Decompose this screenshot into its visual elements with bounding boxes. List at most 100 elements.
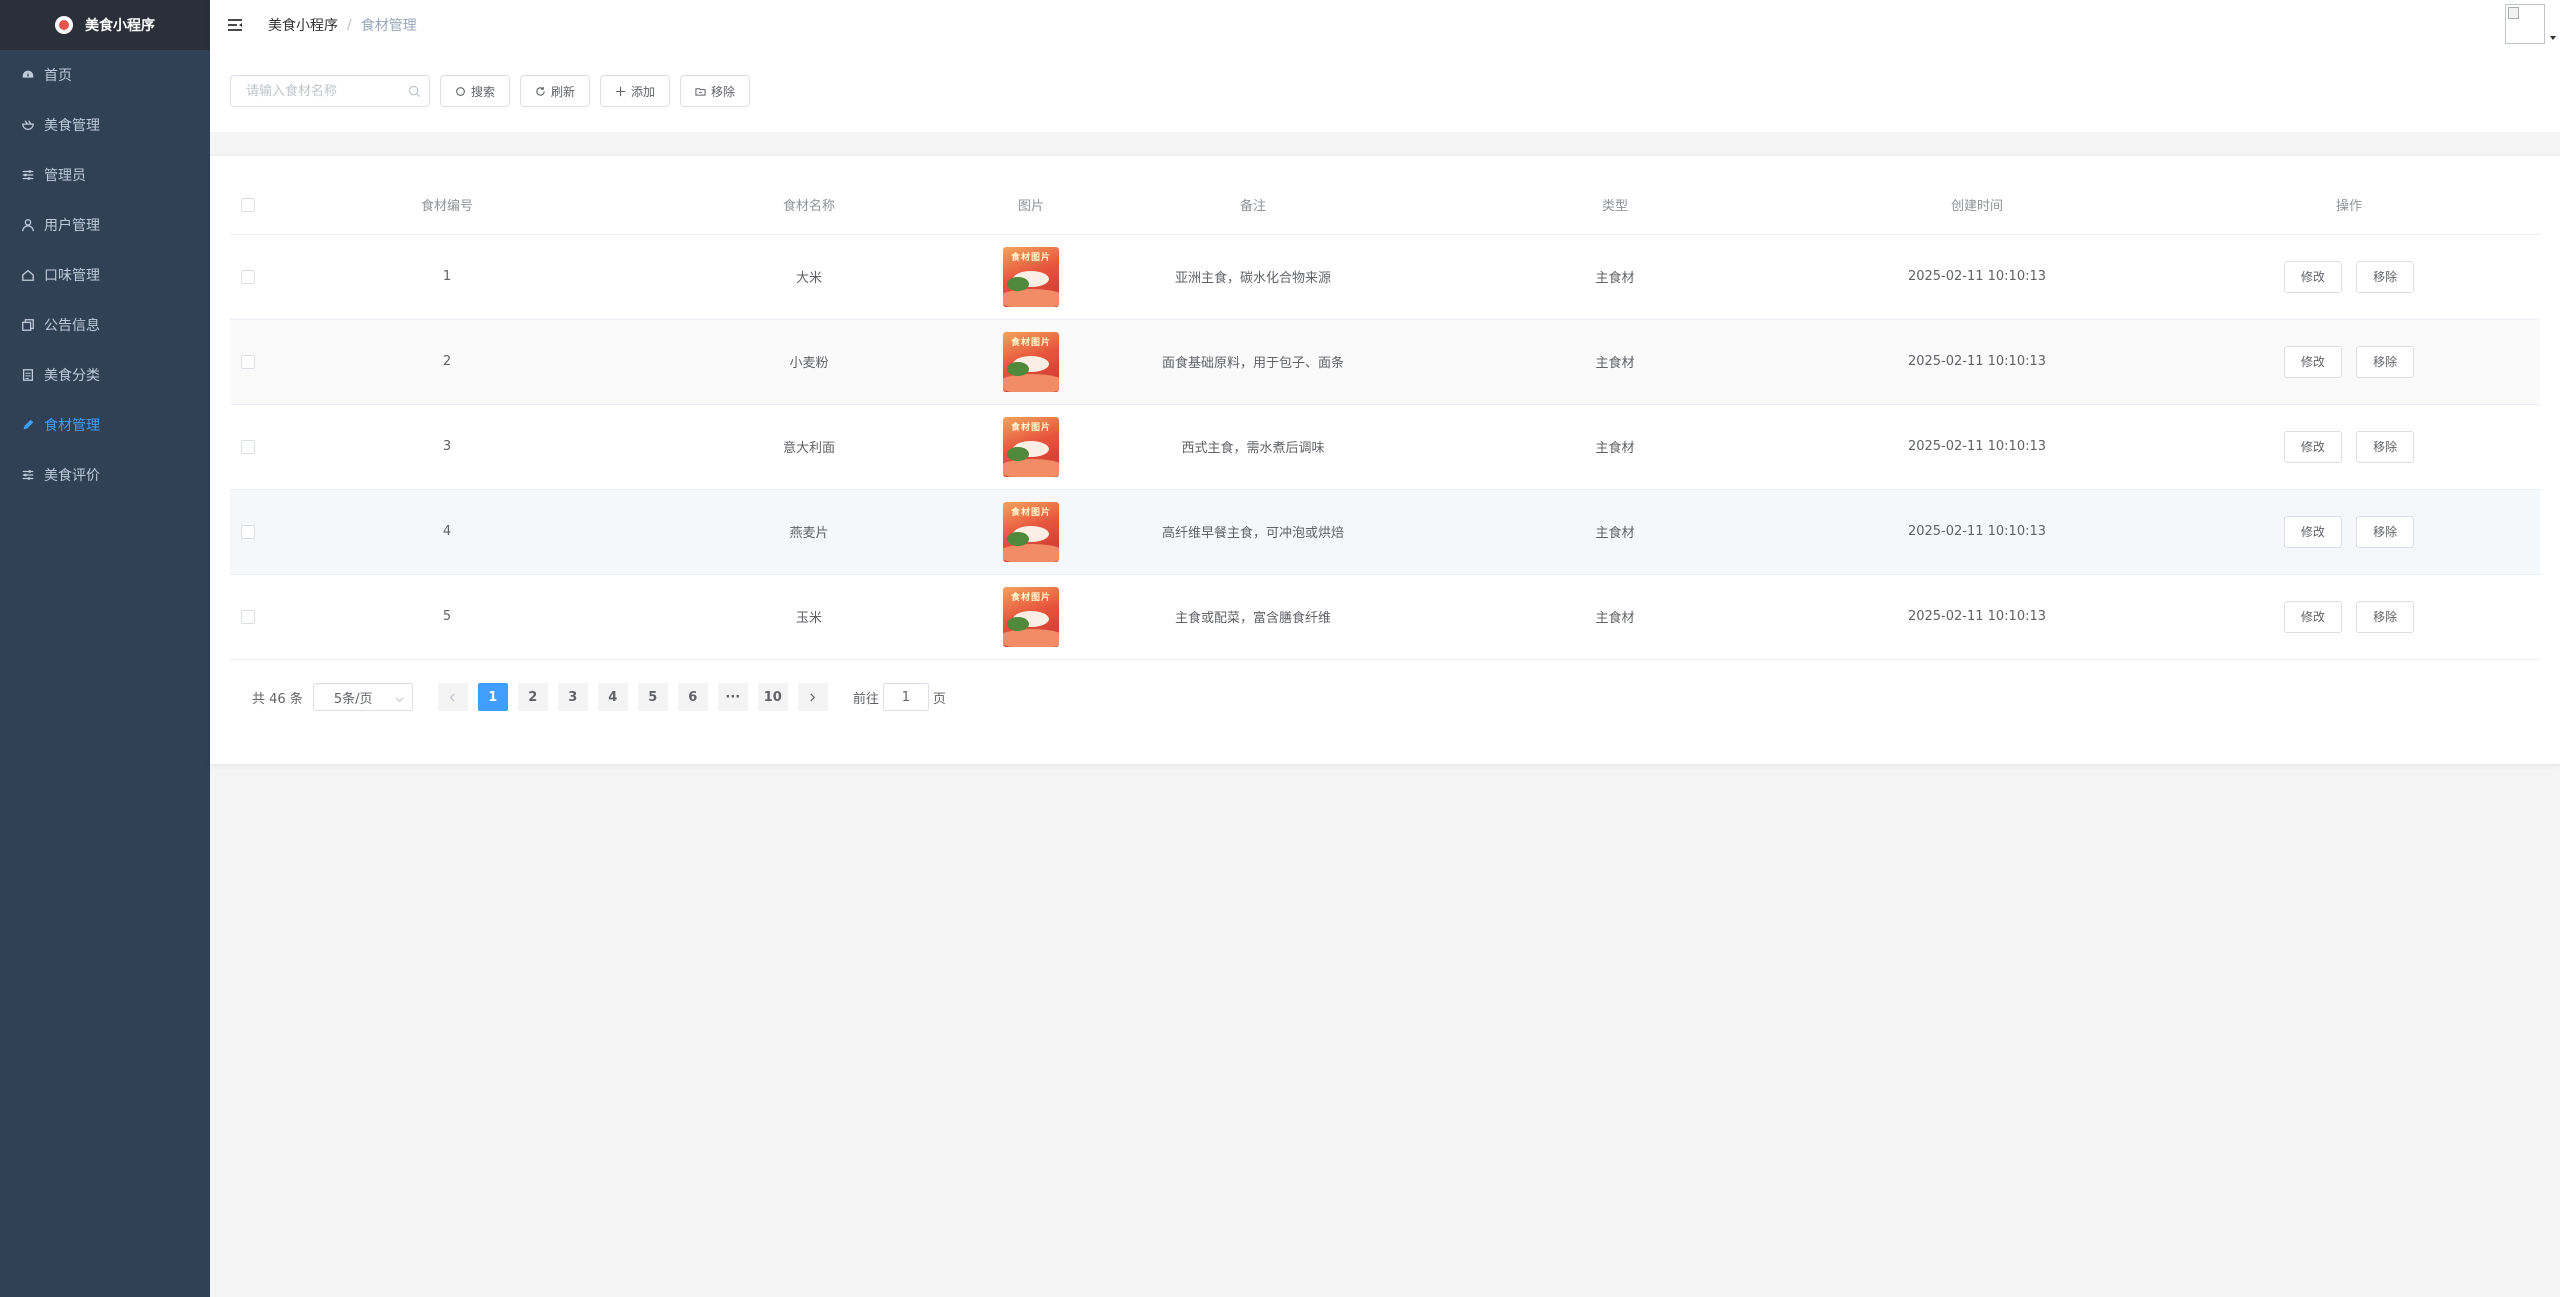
folder-remove-icon: [695, 86, 706, 97]
ingredient-image[interactable]: 食材图片: [1003, 501, 1059, 562]
column-header: 备注: [1072, 176, 1434, 235]
remove-button-label: 移除: [711, 84, 736, 99]
row-select-cell: [230, 574, 266, 660]
sliders-icon: [20, 467, 36, 483]
search-button[interactable]: 搜索: [440, 75, 511, 107]
row-select-cell: [230, 489, 266, 575]
jumper-prefix: 前往: [852, 691, 879, 707]
app-logo: 美食小程序: [0, 0, 210, 50]
column-header: 食材编号: [266, 176, 628, 235]
cell-name: 意大利面: [628, 404, 990, 490]
select-all-checkbox[interactable]: [241, 197, 255, 212]
sidebar-item-reviews[interactable]: 美食评价: [0, 450, 210, 500]
search-icon: [455, 86, 466, 97]
ingredient-image[interactable]: 食材图片: [1003, 246, 1059, 307]
row-checkbox[interactable]: [241, 439, 255, 454]
user-menu[interactable]: [2505, 4, 2556, 44]
page-button[interactable]: 1: [477, 683, 508, 711]
cell-created: 2025-02-11 10:10:13: [1796, 404, 2158, 490]
column-header: 创建时间: [1796, 176, 2158, 235]
cell-type: 主食材: [1434, 404, 1796, 490]
cell-actions: 修改 移除: [2158, 404, 2540, 490]
select-all-cell: [230, 176, 266, 235]
table-row: 1 大米 食材图片 亚洲主食，碳水化合物来源 主食材 2025-02-11 10…: [230, 234, 2540, 320]
cell-note: 亚洲主食，碳水化合物来源: [1072, 234, 1434, 320]
page-button[interactable]: 10: [757, 683, 788, 711]
delete-button[interactable]: 移除: [2356, 345, 2415, 378]
sidebar-item-users[interactable]: 用户管理: [0, 200, 210, 250]
more-pages-button[interactable]: ···: [717, 683, 748, 711]
sidebar-item-home[interactable]: 首页: [0, 50, 210, 100]
delete-button[interactable]: 移除: [2356, 515, 2415, 548]
breadcrumb-current: 食材管理: [360, 18, 417, 34]
remove-button[interactable]: 移除: [680, 75, 751, 107]
column-header: 类型: [1434, 176, 1796, 235]
add-button[interactable]: 添加: [600, 75, 671, 107]
cell-note: 面食基础原料，用于包子、面条: [1072, 319, 1434, 405]
cell-created: 2025-02-11 10:10:13: [1796, 574, 2158, 660]
table-row: 2 小麦粉 食材图片 面食基础原料，用于包子、面条 主食材 2025-02-11…: [230, 319, 2540, 405]
row-checkbox[interactable]: [241, 609, 255, 624]
table-panel: 食材编号 食材名称 图片 备注 类型 创建时间 操作 1 大米 食材图片 亚洲主…: [210, 156, 2560, 764]
sidebar-item-ingredients[interactable]: 食材管理: [0, 400, 210, 450]
row-checkbox[interactable]: [241, 354, 255, 369]
cell-type: 主食材: [1434, 489, 1796, 575]
next-page-button[interactable]: [797, 683, 828, 711]
hamburger-icon[interactable]: [227, 17, 243, 33]
logo-icon: [55, 16, 73, 34]
search-input[interactable]: [246, 83, 408, 99]
page-button[interactable]: 3: [557, 683, 588, 711]
delete-button[interactable]: 移除: [2356, 430, 2415, 463]
sidebar-item-flavor[interactable]: 口味管理: [0, 250, 210, 300]
prev-page-button[interactable]: [437, 683, 468, 711]
table-row: 5 玉米 食材图片 主食或配菜，富含膳食纤维 主食材 2025-02-11 10…: [230, 574, 2540, 660]
cell-type: 主食材: [1434, 234, 1796, 320]
refresh-button[interactable]: 刷新: [520, 75, 591, 107]
breadcrumb-root[interactable]: 美食小程序: [268, 15, 338, 35]
row-checkbox[interactable]: [241, 524, 255, 539]
sidebar-item-label: 食材管理: [44, 418, 100, 434]
cell-id: 2: [266, 319, 628, 405]
page-button[interactable]: 2: [517, 683, 548, 711]
jumper-suffix: 页: [932, 691, 946, 707]
page-button[interactable]: 4: [597, 683, 628, 711]
edit-button[interactable]: 修改: [2283, 345, 2342, 378]
avatar[interactable]: [2505, 4, 2545, 44]
ingredient-image[interactable]: 食材图片: [1003, 586, 1059, 647]
column-header: 食材名称: [628, 176, 990, 235]
row-select-cell: [230, 234, 266, 320]
search-icon: [408, 85, 421, 98]
page-size-select[interactable]: 5条/页: [312, 683, 413, 711]
search-field[interactable]: [230, 75, 430, 107]
sidebar-item-food[interactable]: 美食管理: [0, 100, 210, 150]
edit-button[interactable]: 修改: [2283, 430, 2342, 463]
page-size-value: 5条/页: [333, 691, 373, 707]
edit-button[interactable]: 修改: [2283, 600, 2342, 633]
search-button-label: 搜索: [471, 84, 496, 99]
page-button[interactable]: 5: [637, 683, 668, 711]
column-header: 图片: [990, 176, 1072, 235]
page-button[interactable]: 6: [677, 683, 708, 711]
sidebar-item-notice[interactable]: 公告信息: [0, 300, 210, 350]
row-select-cell: [230, 319, 266, 405]
ingredient-image[interactable]: 食材图片: [1003, 331, 1059, 392]
page-jumper: 前往 页: [853, 683, 946, 711]
delete-button[interactable]: 移除: [2356, 260, 2415, 293]
caret-down-icon[interactable]: [2550, 36, 2556, 40]
cell-note: 主食或配菜，富含膳食纤维: [1072, 574, 1434, 660]
ingredients-table: 食材编号 食材名称 图片 备注 类型 创建时间 操作 1 大米 食材图片 亚洲主…: [230, 176, 2540, 660]
sidebar-item-category[interactable]: 美食分类: [0, 350, 210, 400]
cell-actions: 修改 移除: [2158, 574, 2540, 660]
ingredient-image[interactable]: 食材图片: [1003, 416, 1059, 477]
delete-button[interactable]: 移除: [2356, 600, 2415, 633]
breadcrumb-separator: /: [347, 17, 352, 33]
edit-button[interactable]: 修改: [2283, 515, 2342, 548]
refresh-button-label: 刷新: [551, 84, 576, 99]
sidebar-item-admin[interactable]: 管理员: [0, 150, 210, 200]
cell-name: 燕麦片: [628, 489, 990, 575]
row-checkbox[interactable]: [241, 269, 255, 284]
edit-button[interactable]: 修改: [2283, 260, 2342, 293]
cell-note: 高纤维早餐主食，可冲泡或烘焙: [1072, 489, 1434, 575]
jumper-input[interactable]: [882, 683, 929, 711]
image-caption: 食材图片: [1010, 592, 1051, 603]
